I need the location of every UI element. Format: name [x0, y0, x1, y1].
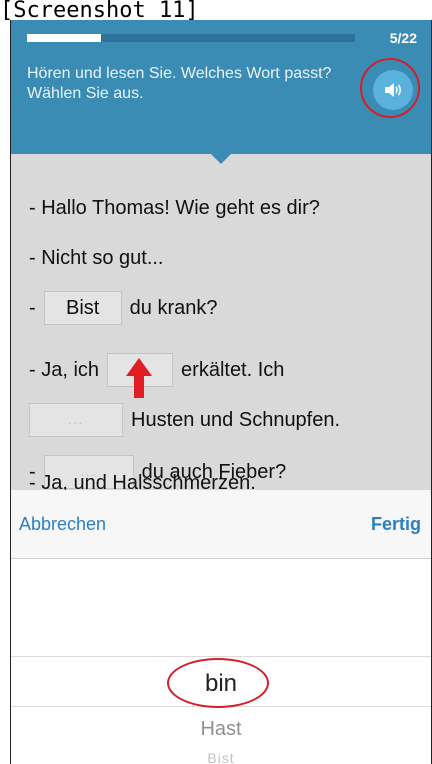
- dialogue-line-2: - Nicht so gut...: [29, 246, 164, 269]
- instruction-text: Hören und lesen Sie. Welches Wort passt?…: [27, 65, 332, 102]
- answer-gap[interactable]: ...: [29, 403, 123, 437]
- progress-bar-fill: [27, 34, 102, 42]
- exercise-header: 5/22 Hören und lesen Sie. Welches Wort p…: [11, 20, 431, 154]
- dialogue-area: - Hallo Thomas! Wie geht es dir? - Nicht…: [11, 154, 431, 496]
- progress-count: 5/22: [389, 30, 417, 46]
- picker-option[interactable]: Bist: [11, 750, 431, 764]
- progress-bar: [27, 34, 355, 42]
- answer-gap-filled[interactable]: Bist: [43, 291, 122, 325]
- cancel-button[interactable]: Abbrechen: [19, 514, 106, 535]
- line-suffix: erkältet. Ich: [181, 358, 285, 381]
- picker-selection-line-top: [11, 656, 431, 657]
- dialogue-line-1: - Hallo Thomas! Wie geht es dir?: [29, 196, 320, 219]
- picker-toolbar: Abbrechen Fertig: [11, 490, 431, 559]
- app-screen: 5/22 Hören und lesen Sie. Welches Wort p…: [10, 20, 432, 764]
- dialogue-line-5: ... Husten und Schnupfen.: [21, 400, 340, 440]
- dialogue-line-4: - Ja, ich ... erkältet. Ich: [29, 350, 284, 390]
- red-arrow-annotation: [126, 358, 152, 398]
- dialogue-line-3: - Bist du krank?: [29, 288, 218, 328]
- line-prefix: -: [29, 296, 36, 319]
- line-suffix: du krank?: [129, 296, 218, 319]
- line-prefix: - Ja, ich: [29, 358, 100, 381]
- annotation-circle-speaker: [360, 58, 420, 118]
- done-button[interactable]: Fertig: [371, 514, 421, 535]
- line-suffix: Husten und Schnupfen.: [131, 408, 341, 431]
- word-picker: Abbrechen Fertig bin Hast Bist: [11, 490, 431, 764]
- picker-option[interactable]: Hast: [11, 718, 431, 741]
- annotation-circle-choice: [167, 658, 269, 708]
